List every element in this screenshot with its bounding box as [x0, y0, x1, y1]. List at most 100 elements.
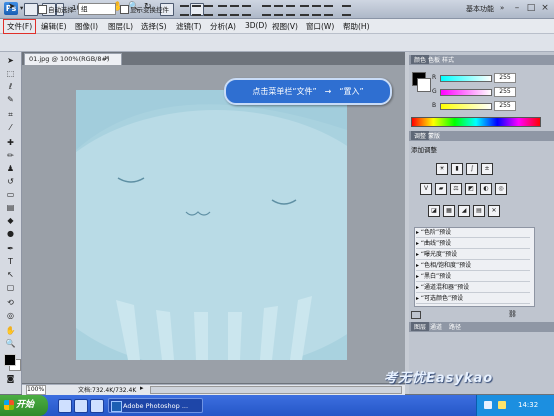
eraser-tool-icon[interactable]: ▭: [5, 190, 16, 199]
history-brush-tool-icon[interactable]: ↺: [5, 177, 16, 186]
red-slider[interactable]: [440, 75, 492, 82]
align-left-icon[interactable]: [218, 5, 227, 16]
panel-view-icon[interactable]: [411, 311, 421, 319]
posterize-icon[interactable]: ▦: [443, 205, 455, 217]
crop-tool-icon[interactable]: ⌗: [5, 110, 16, 119]
show-desktop-icon[interactable]: [74, 399, 88, 413]
foreground-color-front[interactable]: [4, 354, 16, 366]
media-player-icon[interactable]: [90, 399, 104, 413]
quick-select-tool-icon[interactable]: ✎: [5, 95, 16, 104]
lasso-tool-icon[interactable]: ℓ: [5, 82, 16, 91]
taskbar-item-photoshop[interactable]: Adobe Photoshop ...: [108, 398, 203, 413]
levels-icon[interactable]: ▮: [451, 163, 463, 175]
workspace-switcher[interactable]: 基本功能: [466, 4, 494, 14]
menu-edit[interactable]: 编辑(E): [41, 21, 67, 32]
move-tool-icon[interactable]: ➤: [5, 56, 16, 65]
list-item[interactable]: ▸ “通道混和器”预设: [416, 284, 530, 293]
menu-file[interactable]: 文件(F): [3, 19, 37, 34]
red-value[interactable]: 255: [494, 73, 516, 83]
threshold-icon[interactable]: ◢: [458, 205, 470, 217]
pen-tool-icon[interactable]: ✒: [5, 244, 16, 253]
chevron-down-icon[interactable]: »: [500, 4, 504, 12]
auto-align-icon[interactable]: [342, 5, 351, 16]
align-right-icon[interactable]: [242, 5, 251, 16]
blue-value[interactable]: 255: [494, 101, 516, 111]
healing-brush-tool-icon[interactable]: ✚: [5, 138, 16, 147]
distribute-bottom-icon[interactable]: [286, 5, 295, 16]
black-white-icon[interactable]: ◩: [465, 183, 477, 195]
brush-tool-icon[interactable]: ✏: [5, 151, 16, 160]
tab-adjustments[interactable]: 调整: [411, 131, 430, 140]
color-spectrum-bar[interactable]: [411, 117, 541, 127]
background-color-swatch[interactable]: [417, 78, 431, 92]
distribute-right-icon[interactable]: [324, 5, 333, 16]
green-value[interactable]: 255: [494, 87, 516, 97]
blue-slider[interactable]: [440, 103, 492, 110]
dodge-tool-icon[interactable]: ●: [5, 229, 16, 238]
zoom-field[interactable]: 100%: [26, 385, 46, 395]
path-select-tool-icon[interactable]: ↖: [5, 270, 16, 279]
tab-masks[interactable]: 蒙版: [428, 131, 440, 140]
quick-mask-icon[interactable]: ◙: [5, 374, 16, 383]
move-tool-preset-icon[interactable]: ➤: [8, 2, 16, 12]
list-item[interactable]: ▸ “曝光度”预设: [416, 251, 530, 260]
auto-select-checkbox[interactable]: [38, 5, 47, 14]
3d-orbit-tool-icon[interactable]: ◎: [5, 311, 16, 320]
vibrance-icon[interactable]: V: [420, 183, 432, 195]
curves-icon[interactable]: ∫: [466, 163, 478, 175]
color-balance-icon[interactable]: ⚖: [450, 183, 462, 195]
photo-filter-icon[interactable]: ◐: [480, 183, 492, 195]
clock[interactable]: 14:32: [518, 401, 538, 409]
distribute-vcenter-icon[interactable]: [274, 5, 283, 16]
network-icon[interactable]: [484, 401, 492, 409]
maximize-icon[interactable]: □: [524, 2, 538, 14]
distribute-hcenter-icon[interactable]: [312, 5, 321, 16]
hand-tool-icon[interactable]: ✋: [5, 326, 16, 335]
blur-tool-icon[interactable]: ◆: [5, 216, 16, 225]
show-transform-checkbox[interactable]: [120, 5, 129, 14]
tab-paths[interactable]: 路径: [449, 322, 461, 331]
image-canvas[interactable]: [76, 90, 347, 360]
align-top-icon[interactable]: [180, 5, 189, 16]
status-menu-arrow-icon[interactable]: ▸: [140, 384, 144, 392]
tab-channels[interactable]: 通道: [430, 322, 442, 331]
selective-color-icon[interactable]: ✕: [488, 205, 500, 217]
menu-view[interactable]: 视图(V): [272, 21, 298, 32]
chevron-down-icon[interactable]: ▾: [20, 4, 23, 12]
menu-layer[interactable]: 图层(L): [108, 21, 133, 32]
channel-mixer-icon[interactable]: ◎: [495, 183, 507, 195]
align-hcenter-icon[interactable]: [230, 5, 239, 16]
tab-layers[interactable]: 图层: [411, 322, 430, 331]
minimize-icon[interactable]: –: [510, 2, 524, 14]
green-slider[interactable]: [440, 89, 492, 96]
hue-saturation-icon[interactable]: ▰: [435, 183, 447, 195]
3d-rotate-tool-icon[interactable]: ⟲: [5, 298, 16, 307]
tab-color[interactable]: 颜色: [411, 55, 430, 64]
gradient-tool-icon[interactable]: ▤: [5, 203, 16, 212]
close-icon[interactable]: ×: [538, 2, 552, 14]
menu-window[interactable]: 窗口(W): [306, 21, 334, 32]
horizontal-scrollbar[interactable]: [150, 386, 402, 394]
bridge-icon[interactable]: [24, 3, 38, 16]
list-item[interactable]: ▸ “色相/饱和度”预设: [416, 262, 530, 271]
brightness-contrast-icon[interactable]: ☀: [436, 163, 448, 175]
align-bottom-icon[interactable]: [204, 5, 213, 16]
distribute-top-icon[interactable]: [262, 5, 271, 16]
invert-icon[interactable]: ◪: [428, 205, 440, 217]
tab-styles[interactable]: 样式: [442, 55, 454, 64]
list-item[interactable]: ▸ “可选颜色”预设: [416, 295, 530, 304]
menu-3d[interactable]: 3D(D): [245, 21, 267, 30]
menu-help[interactable]: 帮助(H): [343, 21, 370, 32]
volume-icon[interactable]: [498, 401, 506, 409]
menu-analysis[interactable]: 分析(A): [210, 21, 236, 32]
menu-image[interactable]: 图像(I): [75, 21, 98, 32]
list-item[interactable]: ▸ “色阶”预设: [416, 229, 530, 238]
auto-select-target-select[interactable]: 组: [78, 3, 116, 15]
exposure-icon[interactable]: ±: [481, 163, 493, 175]
marquee-tool-icon[interactable]: ⬚: [5, 69, 16, 78]
list-item[interactable]: ▸ “黑白”预设: [416, 273, 530, 282]
shape-tool-icon[interactable]: ▢: [5, 283, 16, 292]
zoom-tool-icon[interactable]: 🔍: [5, 339, 16, 348]
align-vcenter-icon[interactable]: [192, 5, 201, 16]
distribute-left-icon[interactable]: [300, 5, 309, 16]
